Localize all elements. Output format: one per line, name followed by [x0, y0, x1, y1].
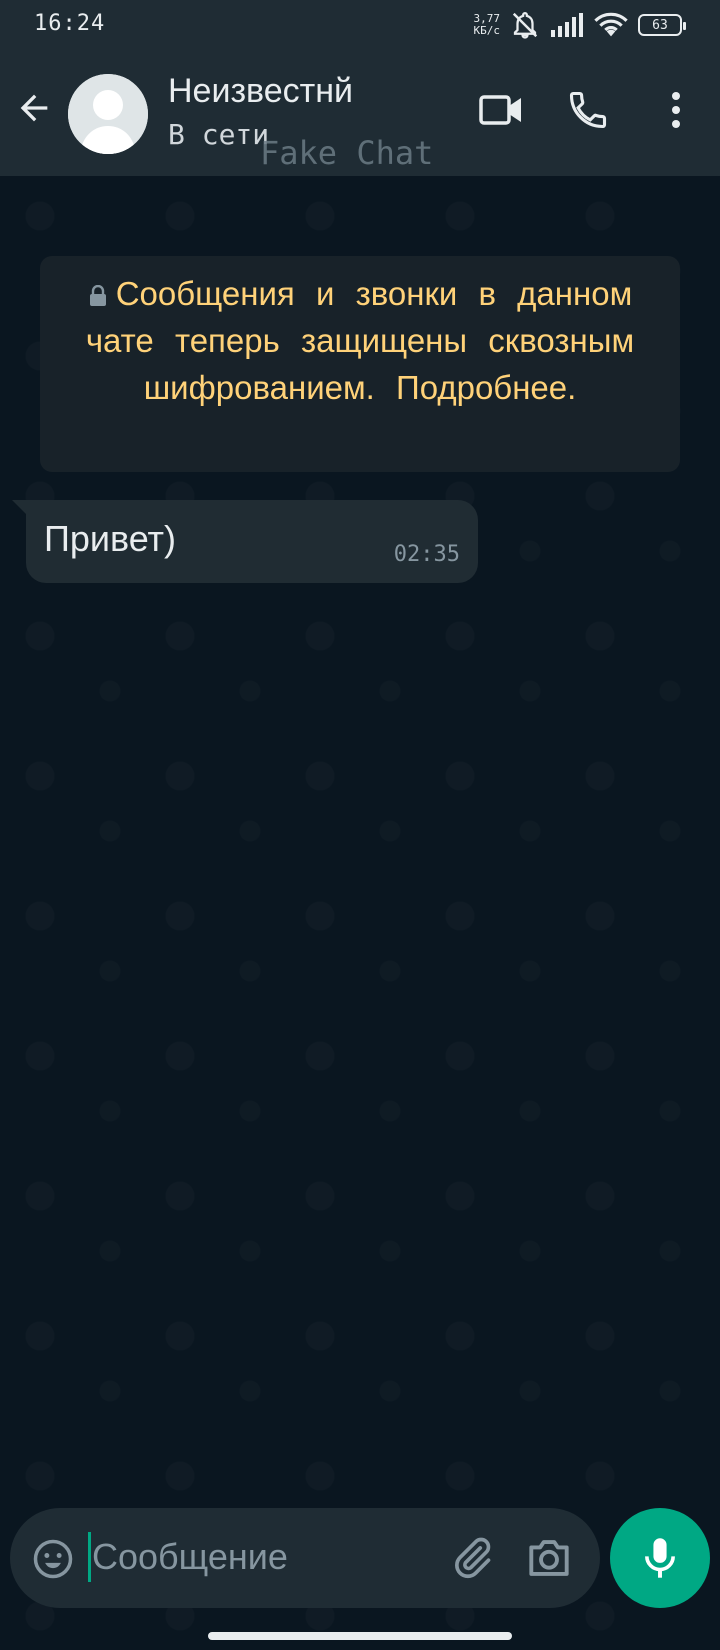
mic-icon: [645, 1538, 675, 1578]
wifi-icon: [594, 12, 628, 37]
message-input[interactable]: [92, 1528, 412, 1586]
mic-button[interactable]: [610, 1508, 710, 1608]
video-call-icon[interactable]: [478, 90, 524, 130]
watermark: Fake Chat: [260, 134, 434, 172]
encryption-notice-text: Сообщения и звонки в данном чате теперь …: [85, 275, 635, 406]
network-speed: 3,77 КБ/с: [474, 13, 501, 37]
signal-icon: [551, 13, 583, 37]
message-bubble[interactable]: Привет) 02:35: [26, 500, 478, 583]
text-cursor: [88, 1532, 91, 1582]
encryption-notice[interactable]: Сообщения и звонки в данном чате теперь …: [40, 256, 680, 472]
back-arrow-icon[interactable]: [14, 88, 54, 128]
paperclip-icon[interactable]: [450, 1536, 494, 1580]
chat-header: Неизвестнй В сети Fake Chat: [0, 50, 720, 176]
status-time: 16:24: [34, 11, 106, 36]
more-vert-icon[interactable]: [662, 90, 690, 130]
status-bar: 16:24 3,77 КБ/с 63: [0, 0, 720, 50]
message-input-bar: [10, 1508, 600, 1608]
phone-icon[interactable]: [566, 88, 610, 132]
message-text: Привет): [44, 518, 177, 559]
avatar[interactable]: [68, 74, 148, 154]
muted-bell-icon: [512, 12, 538, 39]
battery-icon: 63: [638, 14, 686, 36]
contact-name[interactable]: Неизвестнй: [168, 72, 353, 111]
contact-status: В сети: [168, 118, 270, 151]
avatar-placeholder-icon: [68, 74, 148, 154]
network-speed-unit: КБ/с: [473, 24, 501, 37]
emoji-icon[interactable]: [32, 1538, 74, 1580]
status-icons: 3,77 КБ/с 63: [474, 10, 686, 40]
home-indicator[interactable]: [208, 1632, 512, 1640]
chat-screen: 16:24 3,77 КБ/с 63 Неизвестнй В сети Fak…: [0, 0, 720, 1650]
camera-icon[interactable]: [526, 1536, 572, 1580]
lock-icon: [89, 285, 106, 307]
battery-level: 63: [652, 17, 668, 33]
message-time: 02:35: [393, 542, 460, 567]
